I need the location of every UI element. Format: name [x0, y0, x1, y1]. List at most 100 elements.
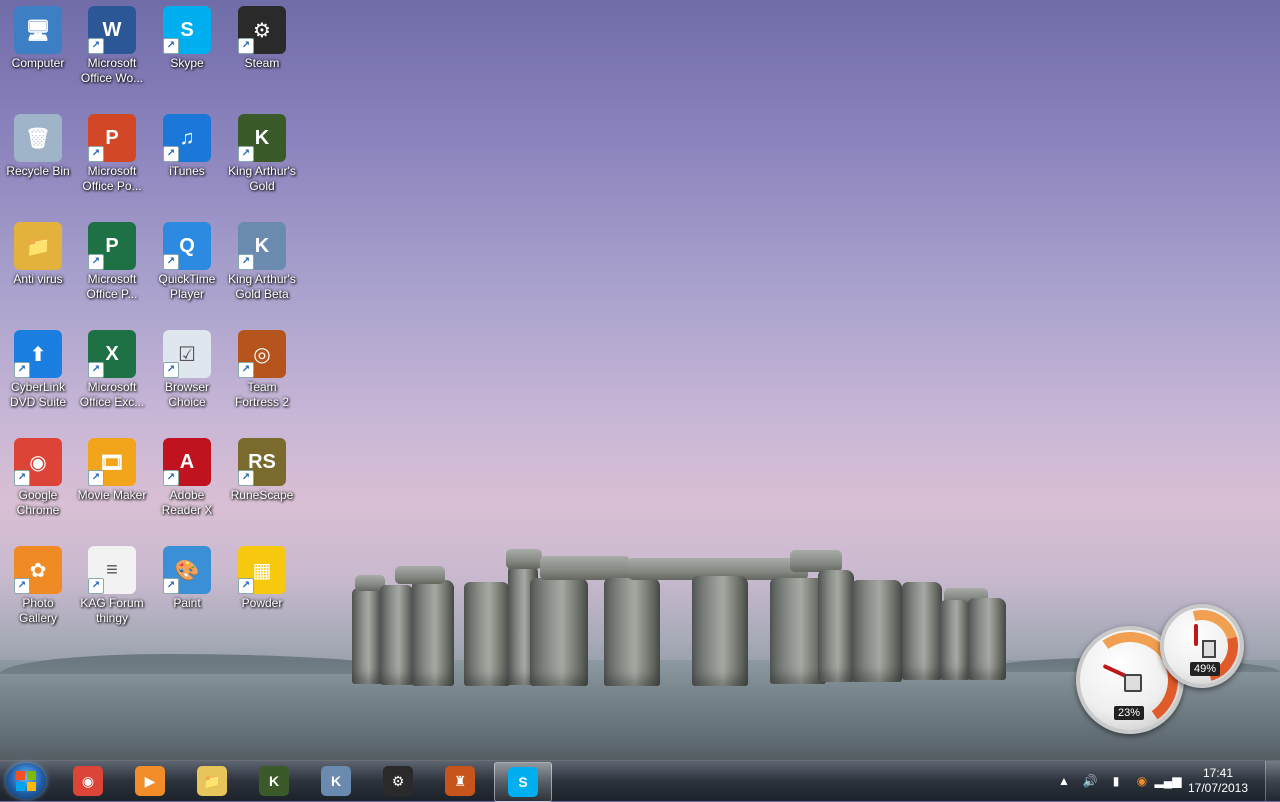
desktop-icon[interactable]: ☑ ↗ Browser Choice: [149, 324, 225, 410]
volume-icon[interactable]: 🔊: [1082, 773, 1098, 789]
desktop-icon-label: Microsoft Office P...: [86, 272, 138, 301]
shortcut-arrow-icon: ↗: [238, 470, 254, 486]
powder-icon: ▦ ↗: [238, 546, 286, 594]
desktop-icon[interactable]: P ↗ Microsoft Office P...: [74, 216, 150, 302]
desktop-icon[interactable]: 🎨 ↗ Paint: [149, 540, 225, 611]
avast-icon[interactable]: ◉: [1134, 773, 1150, 789]
shortcut-arrow-icon: ↗: [238, 146, 254, 162]
shortcut-arrow-icon: ↗: [238, 254, 254, 270]
castle-game-icon: ♜: [445, 766, 475, 796]
shortcut-arrow-icon: ↗: [88, 254, 104, 270]
desktop-icon-label: iTunes: [169, 164, 205, 178]
tf2-icon: ◎ ↗: [238, 330, 286, 378]
quicktime-icon: Q ↗: [163, 222, 211, 270]
desktop: 🖥 Computer W ↗ Microsoft Office Wo... S ↗ Skype…: [0, 0, 1280, 760]
desktop-icon-label: RuneScape: [230, 488, 294, 502]
power-icon[interactable]: ▮: [1108, 773, 1124, 789]
memory-meter-gadget[interactable]: 49%: [1152, 596, 1252, 696]
taskbar-button[interactable]: 📁: [184, 762, 240, 800]
paint-icon: 🎨 ↗: [163, 546, 211, 594]
start-button[interactable]: [6, 763, 46, 799]
desktop-icon[interactable]: K ↗ King Arthur's Gold Beta: [224, 216, 300, 302]
desktop-icon-label: Photo Gallery: [18, 596, 57, 625]
taskbar: ◉ ▶ 📁 K K ⚙ ♜ S ▲ 🔊 ▮ ◉ ▂▄▆ 17:41 17/07/2013: [0, 760, 1280, 802]
desktop-icon[interactable]: ▦ ↗ Powder: [224, 540, 300, 611]
desktop-icon[interactable]: S ↗ Skype: [149, 0, 225, 71]
cpu-icon: [1124, 674, 1142, 692]
adobe-reader-icon: A ↗: [163, 438, 211, 486]
skype-icon: S ↗: [163, 6, 211, 54]
desktop-icon[interactable]: W ↗ Microsoft Office Wo...: [74, 0, 150, 86]
kag-beta-icon: K: [321, 766, 351, 796]
recycle-bin-icon: 🗑: [14, 114, 62, 162]
desktop-icon-label: Paint: [173, 596, 201, 610]
itunes-icon: ♫ ↗: [163, 114, 211, 162]
taskbar-button[interactable]: ▶: [122, 762, 178, 800]
kag-icon: K: [259, 766, 289, 796]
desktop-icon[interactable]: ⬆ ↗ CyberLink DVD Suite: [0, 324, 76, 410]
shortcut-arrow-icon: ↗: [88, 362, 104, 378]
taskbar-button[interactable]: ◉: [60, 762, 116, 800]
browser-choice-icon: ☑ ↗: [163, 330, 211, 378]
taskbar-button[interactable]: S: [494, 762, 552, 802]
skype-icon: S: [508, 767, 538, 797]
folder-icon: 📁: [14, 222, 62, 270]
desktop-icon-label: Recycle Bin: [6, 164, 70, 178]
shortcut-arrow-icon: ↗: [88, 38, 104, 54]
shortcut-arrow-icon: ↗: [163, 254, 179, 270]
shortcut-arrow-icon: ↗: [238, 38, 254, 54]
shortcut-arrow-icon: ↗: [238, 362, 254, 378]
desktop-icon[interactable]: 📁 Anti virus: [0, 216, 76, 287]
desktop-icon-label: Team Fortress 2: [234, 380, 289, 409]
desktop-icon[interactable]: A ↗ Adobe Reader X: [149, 432, 225, 518]
movie-maker-icon: 🎞 ↗: [88, 438, 136, 486]
excel-icon: X ↗: [88, 330, 136, 378]
desktop-icon[interactable]: 🗑 Recycle Bin: [0, 108, 76, 179]
desktop-icon-label: CyberLink DVD Suite: [9, 380, 67, 409]
powerpoint-icon: P ↗: [88, 114, 136, 162]
shortcut-arrow-icon: ↗: [163, 470, 179, 486]
desktop-icon[interactable]: ✿ ↗ Photo Gallery: [0, 540, 76, 626]
memory-gauge-needle: [1194, 624, 1198, 646]
desktop-icon[interactable]: P ↗ Microsoft Office Po...: [74, 108, 150, 194]
taskbar-button[interactable]: ⚙: [370, 762, 426, 800]
desktop-icon[interactable]: ≡ ↗ KAG Forum thingy: [74, 540, 150, 626]
clock[interactable]: 17:41 17/07/2013: [1186, 766, 1250, 796]
cyberlink-icon: ⬆ ↗: [14, 330, 62, 378]
desktop-icon[interactable]: K ↗ King Arthur's Gold: [224, 108, 300, 194]
desktop-icon-label: Microsoft Office Exc...: [79, 380, 145, 409]
shortcut-arrow-icon: ↗: [163, 146, 179, 162]
desktop-icon-label: Steam: [244, 56, 280, 70]
text-document-icon: ≡ ↗: [88, 546, 136, 594]
taskbar-button[interactable]: K: [308, 762, 364, 800]
memory-readout: 49%: [1190, 662, 1221, 676]
network-signal-icon[interactable]: ▂▄▆: [1155, 773, 1182, 789]
word-icon: W ↗: [88, 6, 136, 54]
desktop-icon[interactable]: 🎞 ↗ Movie Maker: [74, 432, 150, 503]
desktop-icon-label: Skype: [170, 56, 204, 70]
desktop-icon[interactable]: ◉ ↗ Google Chrome: [0, 432, 76, 518]
kag-icon: K ↗: [238, 114, 286, 162]
memory-icon: [1202, 640, 1216, 658]
runescape-icon: RS ↗: [238, 438, 286, 486]
desktop-icon[interactable]: ◎ ↗ Team Fortress 2: [224, 324, 300, 410]
shortcut-arrow-icon: ↗: [163, 38, 179, 54]
desktop-icon[interactable]: 🖥 Computer: [0, 0, 76, 71]
windows-start-icon: [16, 771, 36, 791]
desktop-icon[interactable]: ♫ ↗ iTunes: [149, 108, 225, 179]
desktop-icon[interactable]: Q ↗ QuickTime Player: [149, 216, 225, 302]
shortcut-arrow-icon: ↗: [238, 578, 254, 594]
clock-date: 17/07/2013: [1187, 781, 1249, 795]
kag-beta-icon: K ↗: [238, 222, 286, 270]
show-desktop-button[interactable]: [1265, 761, 1280, 801]
shortcut-arrow-icon: ↗: [163, 578, 179, 594]
desktop-icon-label: KAG Forum thingy: [80, 596, 144, 625]
taskbar-button[interactable]: K: [246, 762, 302, 800]
desktop-icon-label: Microsoft Office Po...: [82, 164, 142, 193]
desktop-icon[interactable]: X ↗ Microsoft Office Exc...: [74, 324, 150, 410]
show-hidden-icons-icon[interactable]: ▲: [1056, 773, 1072, 789]
publisher-icon: P ↗: [88, 222, 136, 270]
desktop-icon[interactable]: RS ↗ RuneScape: [224, 432, 300, 503]
desktop-icon[interactable]: ⚙ ↗ Steam: [224, 0, 300, 71]
taskbar-button[interactable]: ♜: [432, 762, 488, 800]
